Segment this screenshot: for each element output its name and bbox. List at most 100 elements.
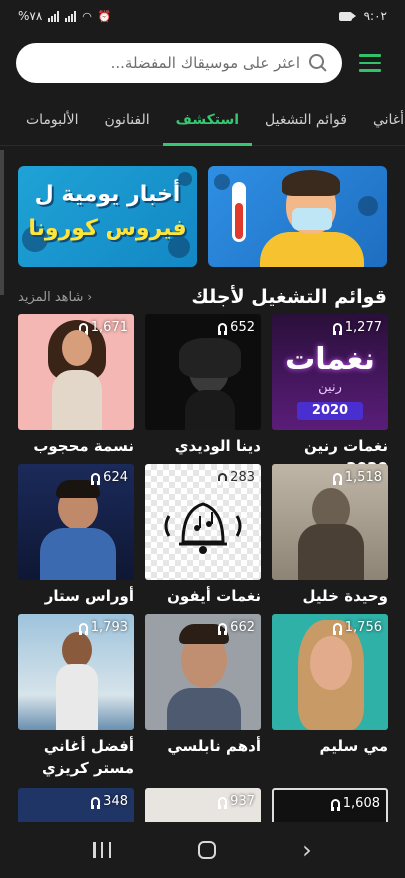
art-subtitle: رنين [318, 380, 342, 395]
status-right: ٩:٠٢ [338, 9, 387, 23]
tab-artists[interactable]: الفنانون [92, 94, 163, 146]
section-header: ‹ شاهد المزيد قوائم التشغيل لأجلك [18, 282, 387, 312]
headphones-icon [332, 623, 342, 635]
playlist-card[interactable]: 1,518 وحيدة خليل [272, 464, 388, 607]
play-count: 624 [91, 470, 128, 485]
search-bar[interactable] [16, 43, 342, 83]
illustration-body [260, 232, 364, 267]
art-title: نغمات [285, 342, 375, 377]
wifi-icon: ◠ [82, 9, 92, 23]
play-count: 1,756 [332, 620, 382, 635]
playlist-thumbnail: 662 [145, 614, 261, 730]
banner-line-2: فيروس كورونا [28, 216, 187, 241]
playlist-thumbnail: 283 [145, 464, 261, 580]
playlist-title: أدهم نابلسي [167, 737, 261, 755]
illustration-hair [282, 170, 340, 196]
play-count: 283 [218, 470, 255, 485]
section-title: قوائم التشغيل لأجلك [191, 286, 387, 308]
status-bar: %٧٨ ◠ ⏰ ٩:٠٢ [0, 0, 405, 32]
playlist-title: أفضل أغاني مستر كريزي [42, 737, 134, 777]
playlist-card[interactable]: 1,793 أفضل أغاني مستر كريزي [18, 614, 134, 779]
playlist-title: دينا الوديدي [174, 437, 261, 455]
artist-body [40, 528, 116, 580]
scroll-indicator[interactable] [0, 150, 4, 295]
banner-line-1: أخبار يومية ل [34, 182, 181, 207]
headphones-icon [218, 623, 228, 635]
virus-decoration [214, 174, 230, 190]
artist-hair [179, 338, 241, 378]
headphones-icon [91, 797, 101, 809]
artist-body [167, 688, 241, 730]
play-count: 1,277 [332, 320, 382, 335]
status-left: %٧٨ ◠ ⏰ [18, 9, 112, 23]
artist-body [298, 524, 364, 580]
playlist-thumbnail: 1,671 [18, 314, 134, 430]
play-count: 662 [218, 620, 255, 635]
home-icon[interactable] [197, 841, 216, 859]
playlist-card[interactable]: نغمات رنين 2020 1,277 نغمات رنين 2020 [272, 314, 388, 479]
headphones-icon [91, 473, 101, 485]
playlist-title: نسمة محجوب [33, 437, 134, 455]
artist-body [56, 664, 98, 730]
recent-apps-icon[interactable] [93, 842, 112, 858]
artist-photo [310, 636, 352, 690]
system-nav-bar: › [0, 822, 405, 878]
signal-icon-2 [65, 10, 77, 22]
playlist-thumbnail: 1,793 [18, 614, 134, 730]
tab-bar: أغاني قوائم التشغيل استكشف الفنانون الأل… [0, 94, 405, 146]
playlist-thumbnail: 1,518 [272, 464, 388, 580]
battery-text: %٧٨ [18, 9, 43, 23]
tab-songs[interactable]: أغاني [360, 94, 405, 146]
playlist-title: نغمات أيفون [167, 587, 261, 605]
playlist-card[interactable]: 662 أدهم نابلسي [145, 614, 261, 757]
headphones-icon [218, 473, 228, 485]
playlist-title: مي سليم [319, 737, 388, 755]
playlist-thumbnail: 652 [145, 314, 261, 430]
play-count: 652 [218, 320, 255, 335]
playlist-card[interactable]: 283 نغمات أيفون [145, 464, 261, 607]
artist-photo [62, 632, 92, 668]
playlist-thumbnail: 1,756 [272, 614, 388, 730]
playlist-card[interactable]: 1,756 مي سليم [272, 614, 388, 757]
tab-albums[interactable]: الألبومات [13, 94, 92, 146]
playlist-card[interactable]: 1,671 نسمة محجوب [18, 314, 134, 457]
tab-playlists[interactable]: قوائم التشغيل [252, 94, 360, 146]
play-count: 348 [91, 794, 128, 809]
headphones-icon [330, 799, 340, 811]
search-input[interactable] [30, 54, 300, 72]
headphones-icon [332, 473, 342, 485]
face-mask-icon [292, 208, 332, 230]
playlist-card[interactable]: 624 أوراس ستار [18, 464, 134, 607]
chevron-left-icon: ‹ [87, 290, 93, 304]
play-count: 1,608 [330, 796, 380, 811]
headphones-icon [218, 323, 228, 335]
playlist-card[interactable]: 652 دينا الوديدي [145, 314, 261, 457]
status-time: ٩:٠٢ [363, 9, 387, 23]
headphones-icon [218, 797, 228, 809]
banner-covid-news[interactable]: أخبار يومية ل فيروس كورونا [18, 166, 197, 267]
header [0, 32, 405, 94]
alarm-icon: ⏰ [97, 9, 112, 23]
virus-decoration [358, 196, 378, 216]
tab-explore[interactable]: استكشف [162, 94, 253, 146]
menu-icon[interactable] [359, 43, 389, 83]
headphones-icon [332, 323, 342, 335]
playlist-title: أوراس ستار [44, 587, 134, 605]
play-count: 1,793 [78, 620, 128, 635]
search-icon[interactable] [306, 52, 328, 74]
playlist-thumbnail: 624 [18, 464, 134, 580]
play-count: 937 [218, 794, 255, 809]
signal-icon [48, 10, 60, 22]
art-year: 2020 [297, 402, 363, 420]
banner-virus-illustration[interactable] [208, 166, 387, 267]
artist-body [185, 390, 235, 430]
back-icon[interactable]: › [302, 838, 312, 862]
playlist-thumbnail: نغمات رنين 2020 1,277 [272, 314, 388, 430]
artist-face [62, 330, 92, 366]
see-more-label: شاهد المزيد [18, 289, 84, 305]
see-more-link[interactable]: ‹ شاهد المزيد [18, 290, 92, 305]
play-count: 1,518 [332, 470, 382, 485]
artist-dress [52, 370, 102, 430]
playlist-title: وحيدة خليل [302, 587, 388, 605]
headphones-icon [78, 623, 88, 635]
